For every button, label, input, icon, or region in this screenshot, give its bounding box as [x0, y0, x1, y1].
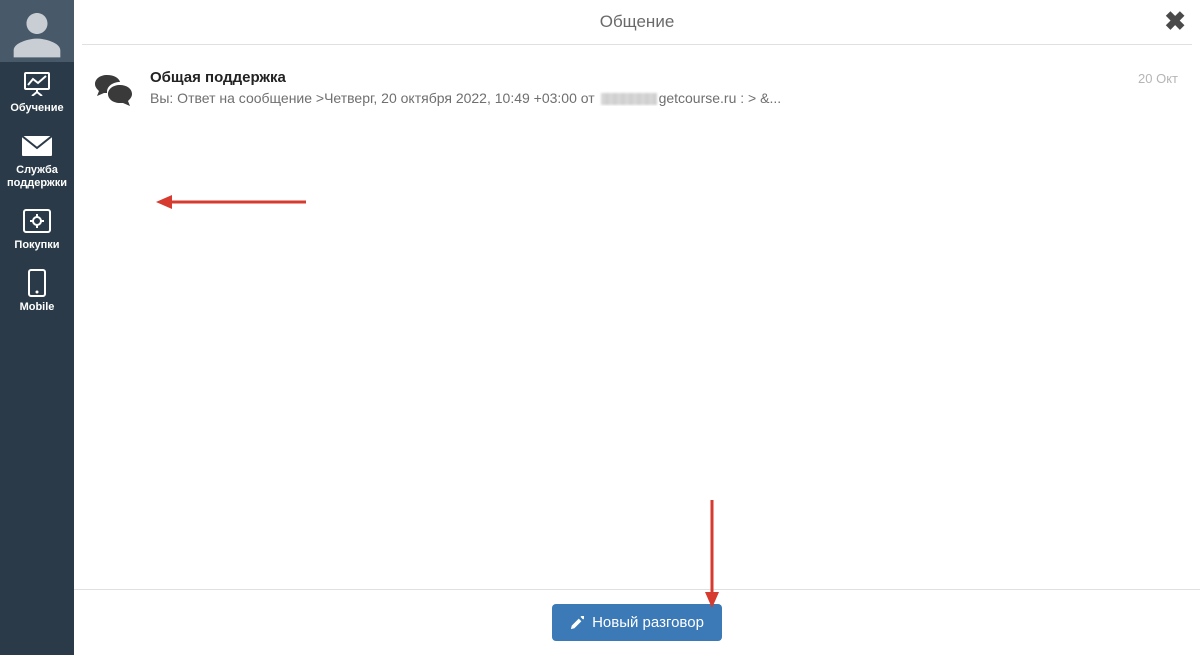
new-conversation-button[interactable]: Новый разговор: [552, 604, 722, 641]
conversation-row[interactable]: Общая поддержка Вы: Ответ на сообщение >…: [86, 61, 1182, 115]
gear-card-icon: [2, 207, 72, 235]
conversation-title: Общая поддержка: [150, 69, 1124, 86]
chat-bubbles-icon: [90, 69, 136, 107]
sidebar-item-mobile[interactable]: Mobile: [0, 261, 74, 319]
conversation-body: Общая поддержка Вы: Ответ на сообщение >…: [150, 69, 1124, 106]
sidebar-item-purchases[interactable]: Покупки: [0, 199, 74, 257]
redacted-text: [601, 93, 657, 105]
board-icon: [2, 70, 72, 98]
close-icon: ✖: [1164, 6, 1186, 36]
pencil-icon: [570, 616, 584, 630]
conversation-list: Общая поддержка Вы: Ответ на сообщение >…: [74, 45, 1200, 123]
phone-icon: [2, 269, 72, 297]
conversation-preview-suffix: getcourse.ru : > &...: [659, 90, 782, 106]
sidebar-item-label: Служба: [2, 164, 72, 176]
sidebar-item-label: Покупки: [2, 239, 72, 251]
footer: Новый разговор: [74, 589, 1200, 655]
sidebar-item-training[interactable]: Обучение: [0, 62, 74, 120]
sidebar-item-label: поддержки: [2, 177, 72, 189]
close-button[interactable]: ✖: [1164, 8, 1186, 34]
conversation-preview-prefix: Вы: Ответ на сообщение >Четверг, 20 октя…: [150, 90, 599, 106]
avatar[interactable]: [0, 0, 74, 62]
sidebar-item-label: Обучение: [2, 102, 72, 114]
sidebar-item-support[interactable]: Служба поддержки: [0, 124, 74, 195]
person-icon: [9, 6, 65, 62]
main: Общение ✖ Общая поддержка Вы: Ответ на с…: [74, 0, 1200, 655]
spacer: [74, 123, 1200, 589]
conversation-date: 20 Окт: [1138, 69, 1178, 86]
sidebar: Обучение Служба поддержки Покупки Mobile: [0, 0, 74, 655]
page-title: Общение: [600, 12, 675, 32]
envelope-icon: [2, 132, 72, 160]
conversation-preview: Вы: Ответ на сообщение >Четверг, 20 октя…: [150, 90, 1124, 106]
new-conversation-label: Новый разговор: [592, 614, 704, 631]
sidebar-item-label: Mobile: [2, 301, 72, 313]
header: Общение ✖: [74, 0, 1200, 44]
